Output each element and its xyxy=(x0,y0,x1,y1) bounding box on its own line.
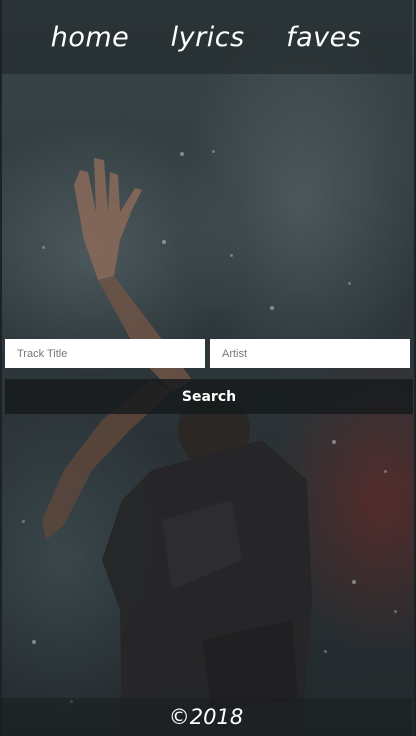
nav-faves-link[interactable]: faves xyxy=(286,22,361,53)
artist-input[interactable] xyxy=(210,339,410,368)
search-form xyxy=(5,339,410,368)
track-title-input[interactable] xyxy=(5,339,205,368)
nav-home-link[interactable]: home xyxy=(51,22,130,53)
hero-background xyxy=(2,0,414,736)
footer: ©2018 xyxy=(0,698,412,736)
nav-lyrics-link[interactable]: lyrics xyxy=(171,22,245,53)
copyright-text: ©2018 xyxy=(168,705,244,729)
search-button[interactable]: Search xyxy=(5,379,413,414)
performer-silhouette xyxy=(42,158,312,736)
top-nav: home lyrics faves xyxy=(0,0,412,74)
